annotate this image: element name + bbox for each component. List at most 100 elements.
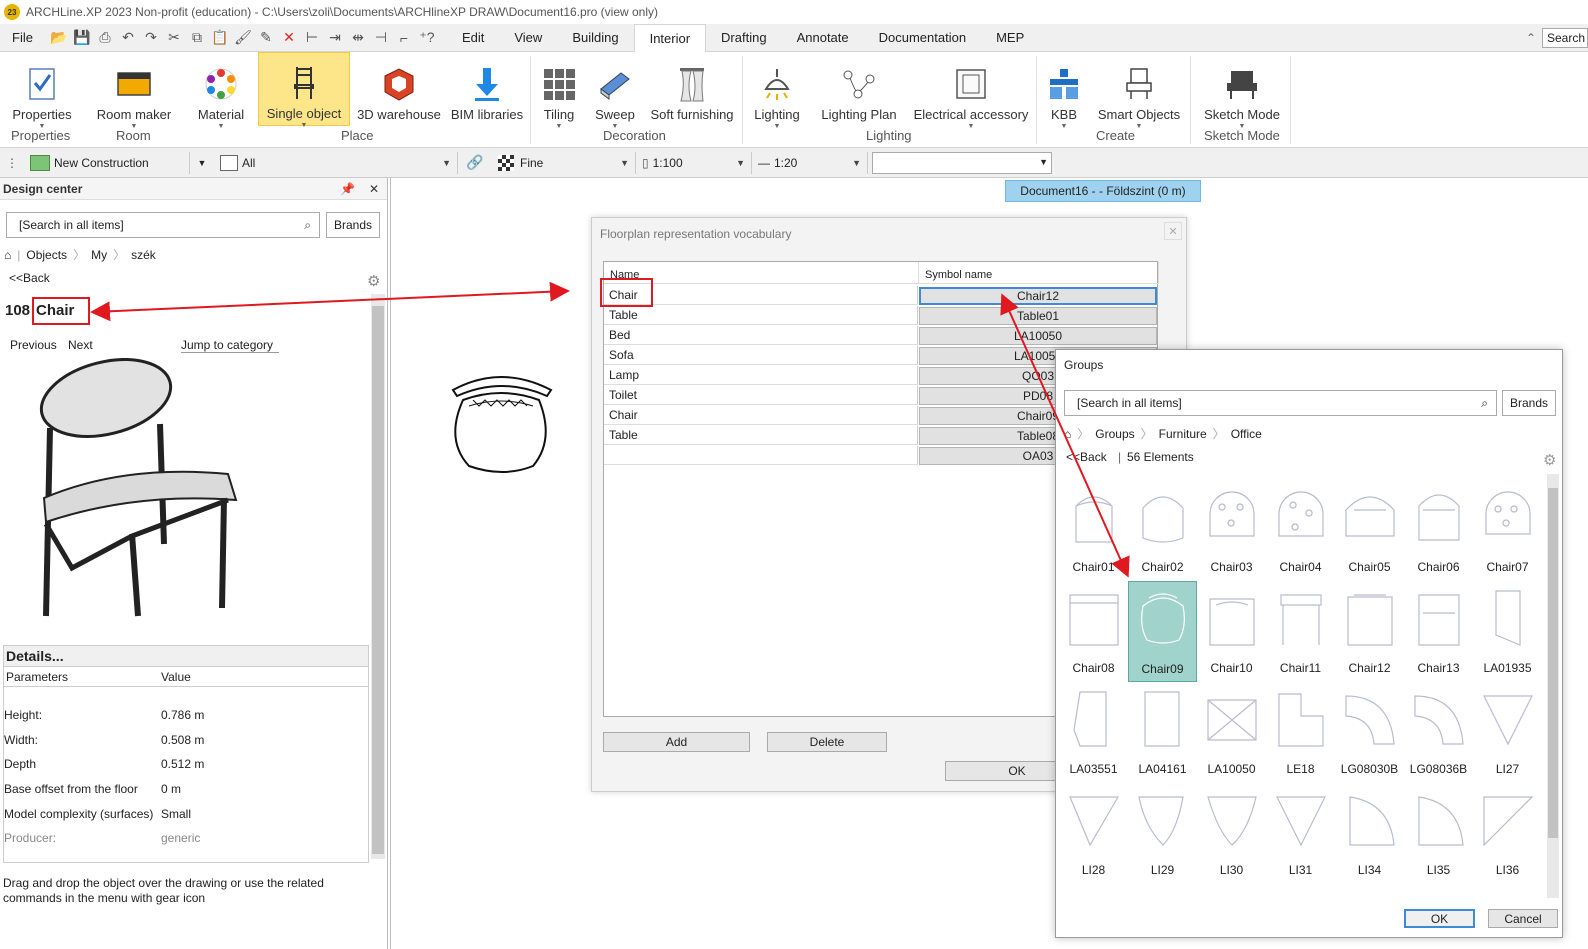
sketch-mode-button[interactable]: Sketch Mode ▼ bbox=[1200, 52, 1284, 130]
lighting-button[interactable]: Lighting ▼ bbox=[748, 52, 806, 130]
group-tile-li35[interactable]: LI35 bbox=[1404, 783, 1473, 884]
settings-gear-icon[interactable]: ⚙ bbox=[1543, 451, 1556, 469]
search-icon[interactable]: ⌕ bbox=[304, 218, 311, 233]
groups-brands-button[interactable]: Brands bbox=[1502, 390, 1556, 416]
settings-gear-icon[interactable]: ⚙ bbox=[367, 272, 380, 290]
tab-view[interactable]: View bbox=[499, 24, 557, 52]
tab-interior[interactable]: Interior bbox=[633, 23, 707, 53]
row-name-cell[interactable]: Toilet bbox=[604, 386, 918, 405]
group-tile-chair01[interactable]: Chair01 bbox=[1059, 480, 1128, 581]
groups-back-link[interactable]: <<Back bbox=[1066, 450, 1107, 464]
close-icon[interactable]: ✕ bbox=[369, 182, 379, 196]
cut-icon[interactable]: ✂ bbox=[164, 28, 184, 48]
pin-icon[interactable]: 📌 bbox=[340, 182, 355, 196]
group-tile-la04161[interactable]: LA04161 bbox=[1128, 682, 1197, 783]
previous-link[interactable]: Previous bbox=[10, 338, 57, 352]
delete-button[interactable]: Delete bbox=[767, 732, 887, 752]
tab-drafting[interactable]: Drafting bbox=[706, 24, 782, 52]
group-tile-la01935[interactable]: LA01935 bbox=[1473, 581, 1542, 682]
document-tab[interactable]: Document16 - - Földszint (0 m) bbox=[1005, 180, 1201, 202]
details-header[interactable]: Details... bbox=[3, 645, 369, 667]
row-name-cell[interactable]: Table bbox=[604, 306, 918, 325]
row-name-cell[interactable]: Bed bbox=[604, 326, 918, 345]
group-tile-chair10[interactable]: Chair10 bbox=[1197, 581, 1266, 682]
properties-button[interactable]: Properties ▼ bbox=[4, 52, 80, 130]
group-tile-li28[interactable]: LI28 bbox=[1059, 783, 1128, 884]
dc-brands-button[interactable]: Brands bbox=[326, 212, 380, 238]
close-icon[interactable]: ✕ bbox=[1164, 222, 1182, 240]
groups-cancel-button[interactable]: Cancel bbox=[1488, 909, 1558, 928]
redo-icon[interactable]: ↷ bbox=[141, 28, 161, 48]
groups-scrollbar[interactable] bbox=[1547, 474, 1559, 898]
row-symbol-cell[interactable]: Table01 bbox=[919, 307, 1157, 325]
soft-furnishing-button[interactable]: Soft furnishing bbox=[648, 52, 736, 126]
row-name-cell[interactable]: Lamp bbox=[604, 366, 918, 385]
group-tile-chair03[interactable]: Chair03 bbox=[1197, 480, 1266, 581]
tab-mep[interactable]: MEP bbox=[981, 24, 1039, 52]
group-tile-li34[interactable]: LI34 bbox=[1335, 783, 1404, 884]
chair-3d-preview[interactable] bbox=[28, 358, 248, 644]
group-tile-le18[interactable]: LE18 bbox=[1266, 682, 1335, 783]
dc-scrollbar[interactable] bbox=[371, 294, 385, 859]
phase-select[interactable]: New Construction bbox=[24, 151, 190, 174]
brush-icon[interactable]: 🖌 bbox=[233, 28, 253, 48]
group-tile-chair13[interactable]: Chair13 bbox=[1404, 581, 1473, 682]
tab-documentation[interactable]: Documentation bbox=[864, 24, 981, 52]
paste-icon[interactable]: 📋 bbox=[210, 28, 230, 48]
jump-to-category-link[interactable]: Jump to category bbox=[181, 338, 279, 353]
row-symbol-cell[interactable]: Chair12 bbox=[919, 287, 1157, 305]
group-tile-chair02[interactable]: Chair02 bbox=[1128, 480, 1197, 581]
single-object-button[interactable]: Single object ▼ bbox=[258, 52, 350, 129]
tab-building[interactable]: Building bbox=[557, 24, 633, 52]
group-tile-chair08[interactable]: Chair08 bbox=[1059, 581, 1128, 682]
stretch-icon[interactable]: ⇹ bbox=[348, 28, 368, 48]
group-tile-chair09[interactable]: Chair09 bbox=[1128, 581, 1197, 682]
home-icon[interactable]: ⌂ bbox=[4, 248, 11, 262]
corner-icon[interactable]: ⌐ bbox=[394, 28, 414, 48]
group-tile-chair04[interactable]: Chair04 bbox=[1266, 480, 1335, 581]
row-name-cell[interactable] bbox=[604, 446, 918, 465]
phase-dropdown-icon[interactable]: ▼ bbox=[190, 158, 214, 168]
home-icon[interactable]: ⌂ bbox=[1064, 427, 1071, 441]
group-tile-li27[interactable]: LI27 bbox=[1473, 682, 1542, 783]
add-button[interactable]: Add bbox=[603, 732, 750, 752]
quality-select[interactable]: Fine ▼ bbox=[492, 151, 636, 174]
tiling-button[interactable]: Tiling ▼ bbox=[536, 52, 582, 130]
col-symbol-header[interactable]: Symbol name bbox=[919, 262, 1159, 284]
group-tile-li36[interactable]: LI36 bbox=[1473, 783, 1542, 884]
collapse-ribbon-icon[interactable]: ⌃ bbox=[1526, 31, 1536, 45]
trim-icon[interactable]: ⊣ bbox=[371, 28, 391, 48]
group-tile-chair07[interactable]: Chair07 bbox=[1473, 480, 1542, 581]
groups-search-input[interactable]: [Search in all items] ⌕ bbox=[1064, 390, 1497, 416]
more-icon[interactable]: ⁺? bbox=[417, 28, 437, 48]
group-tile-chair05[interactable]: Chair05 bbox=[1335, 480, 1404, 581]
group-tile-la03551[interactable]: LA03551 bbox=[1059, 682, 1128, 783]
eyedropper-icon[interactable]: ✎ bbox=[256, 28, 276, 48]
group-tile-chair06[interactable]: Chair06 bbox=[1404, 480, 1473, 581]
dimension-icon[interactable]: ⊢ bbox=[302, 28, 322, 48]
group-tile-chair12[interactable]: Chair12 bbox=[1335, 581, 1404, 682]
scale-select[interactable]: ▯ 1:100 ▼ bbox=[636, 151, 752, 174]
empty-combo[interactable]: ▼ bbox=[872, 151, 1052, 174]
line-scale-select[interactable]: — 1:20 ▼ bbox=[752, 151, 868, 174]
group-tile-li30[interactable]: LI30 bbox=[1197, 783, 1266, 884]
print-icon[interactable]: ⎙ bbox=[95, 28, 115, 48]
open-icon[interactable]: 📂 bbox=[49, 28, 69, 48]
file-menu[interactable]: File bbox=[0, 30, 45, 45]
row-name-cell[interactable]: Sofa bbox=[604, 346, 918, 365]
group-tile-la10050[interactable]: LA10050 bbox=[1197, 682, 1266, 783]
next-link[interactable]: Next bbox=[68, 338, 93, 352]
electrical-accessory-button[interactable]: Electrical accessory ▼ bbox=[912, 52, 1030, 130]
delete-icon[interactable]: ✕ bbox=[279, 28, 299, 48]
tab-edit[interactable]: Edit bbox=[447, 24, 499, 52]
row-symbol-cell[interactable]: LA10050 bbox=[919, 327, 1157, 345]
lighting-plan-button[interactable]: Lighting Plan bbox=[816, 52, 902, 126]
link-icon[interactable]: 🔗 bbox=[458, 154, 492, 171]
dc-search-input[interactable]: [Search in all items] ⌕ bbox=[6, 212, 320, 238]
material-button[interactable]: Material ▼ bbox=[190, 52, 252, 130]
row-name-cell[interactable]: Table bbox=[604, 426, 918, 445]
group-tile-li31[interactable]: LI31 bbox=[1266, 783, 1335, 884]
group-tile-chair11[interactable]: Chair11 bbox=[1266, 581, 1335, 682]
tab-annotate[interactable]: Annotate bbox=[782, 24, 864, 52]
undo-icon[interactable]: ↶ bbox=[118, 28, 138, 48]
